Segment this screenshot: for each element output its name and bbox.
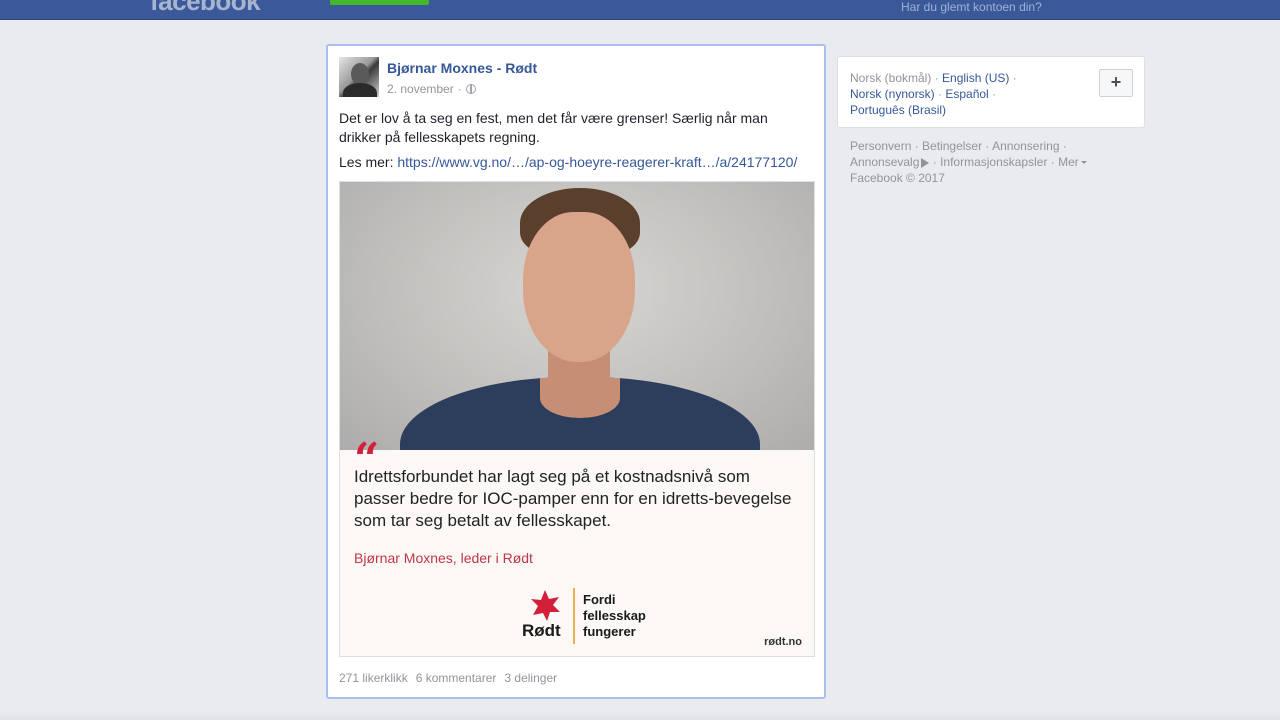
post-card: Bjørnar Moxnes - Rødt 2. november · Det … (326, 44, 826, 699)
forgot-account-link[interactable]: Har du glemt kontoen din? (901, 0, 1042, 14)
author-avatar[interactable] (339, 57, 379, 97)
signup-button[interactable] (330, 0, 429, 5)
language-selector-box: Norsk (bokmål) · English (US) · Norsk (n… (837, 56, 1145, 128)
post-text: Det er lov å ta seg en fest, men det får… (339, 110, 768, 145)
party-name: Rødt (522, 621, 561, 640)
party-website: rødt.no (764, 636, 802, 648)
avatar-head-shape (351, 63, 369, 85)
party-divider (573, 588, 575, 644)
footer-terms-link[interactable]: Betingelser (922, 139, 982, 153)
top-navigation-bar: facebook Har du glemt kontoen din? (0, 0, 1280, 20)
caret-down-icon[interactable] (1080, 161, 1087, 165)
adchoices-icon (921, 157, 930, 168)
language-nynorsk[interactable]: Norsk (nynorsk) (850, 87, 935, 101)
meta-separator: · (457, 82, 462, 96)
party-slogan: Fordi fellesskap fungerer (583, 592, 646, 639)
post-author-link[interactable]: Bjørnar Moxnes - Rødt (387, 60, 537, 77)
avatar-shoulders-shape (343, 83, 377, 97)
globe-icon[interactable] (465, 84, 476, 94)
footer-copyright: Facebook © 2017 (850, 171, 945, 185)
language-portuguese[interactable]: Português (Brasil) (850, 103, 946, 117)
post-meta: 2. november · (387, 81, 476, 97)
engagement-counts: 271 likerklikk 6 kommentarer 3 delinger (339, 671, 557, 685)
photo-face-shape (523, 212, 635, 362)
post-external-link[interactable]: https://www.vg.no/…/ap-og-hoeyre-reagere… (397, 154, 797, 170)
post-date-link[interactable]: 2. november (387, 81, 454, 97)
add-language-button[interactable]: + (1099, 69, 1133, 97)
footer-advertising-link[interactable]: Annonsering (992, 139, 1059, 153)
bottom-edge-strip (0, 712, 1280, 720)
footer-links: Personvern · Betingelser · Annonsering ·… (850, 138, 1110, 186)
post-image[interactable]: “ Idrettsforbundet har lagt seg på et ko… (339, 181, 815, 657)
footer-privacy-link[interactable]: Personvern (850, 139, 911, 153)
post-link-line: Les mer: https://www.vg.no/…/ap-og-hoeyr… (339, 153, 797, 172)
language-current: Norsk (bokmål) (850, 71, 932, 85)
likes-count-link[interactable]: 271 likerklikk (339, 671, 408, 685)
footer-more-link[interactable]: Mer (1058, 155, 1079, 169)
photo-collar-shape (540, 378, 620, 418)
shares-count-link[interactable]: 3 delinger (504, 671, 557, 685)
comments-count-link[interactable]: 6 kommentarer (416, 671, 497, 685)
footer-cookies-link[interactable]: Informasjonskapsler (940, 155, 1047, 169)
quote-text: Idrettsforbundet har lagt seg på et kost… (354, 467, 792, 530)
facebook-logo[interactable]: facebook (150, 0, 261, 14)
quote-panel: “ Idrettsforbundet har lagt seg på et ko… (340, 438, 814, 656)
language-english[interactable]: English (US) (942, 71, 1009, 85)
language-spanish[interactable]: Español (945, 87, 988, 101)
language-list: Norsk (bokmål) · English (US) · Norsk (n… (850, 71, 1017, 117)
footer-adchoices-link[interactable]: Annonsevalg (850, 155, 919, 169)
portrait-photo (340, 182, 814, 450)
quote-attribution: Bjørnar Moxnes, leder i Rødt (354, 550, 533, 566)
link-prefix: Les mer: (339, 154, 394, 170)
